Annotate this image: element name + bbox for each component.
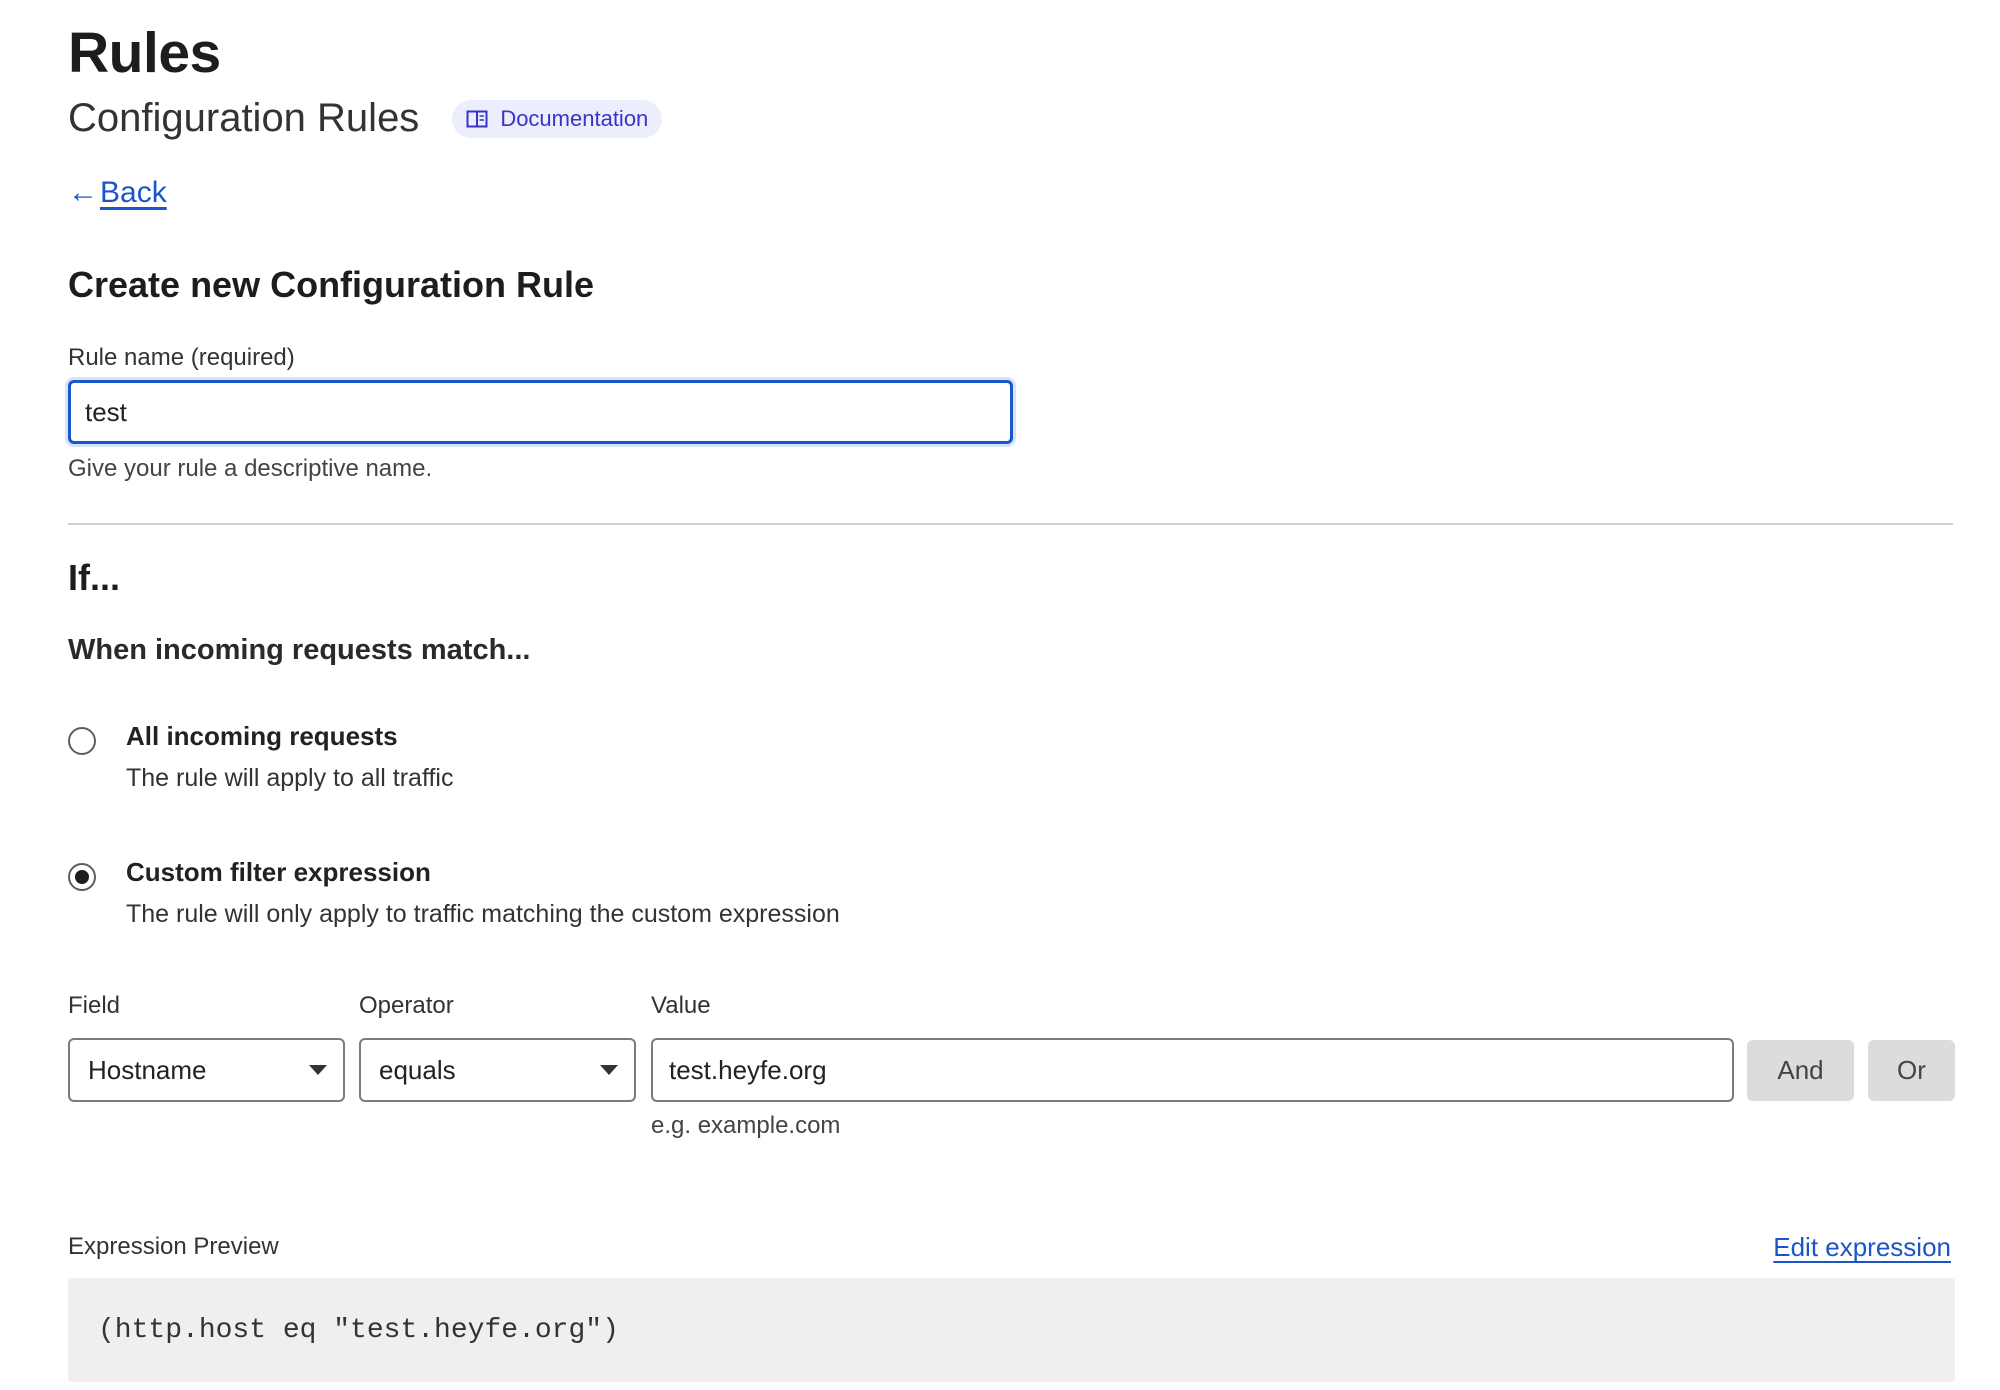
value-input[interactable]	[651, 1038, 1734, 1102]
option-all-requests[interactable]: All incoming requests The rule will appl…	[68, 721, 453, 793]
expression-preview: (http.host eq "test.heyfe.org")	[68, 1278, 1955, 1382]
operator-label: Operator	[359, 992, 454, 1019]
documentation-label: Documentation	[500, 105, 649, 131]
page-subtitle: Configuration Rules	[68, 96, 420, 140]
field-label: Field	[68, 992, 121, 1019]
operator-select-value: equals	[379, 1054, 456, 1085]
caret-down-icon	[309, 1065, 327, 1075]
edit-expression-link[interactable]: Edit expression	[1773, 1232, 1951, 1263]
radio-custom-filter[interactable]	[68, 863, 96, 891]
or-button[interactable]: Or	[1868, 1040, 1955, 1101]
form-section-title: Create new Configuration Rule	[68, 264, 595, 305]
option-custom-filter[interactable]: Custom filter expression The rule will o…	[68, 857, 840, 929]
expression-preview-label: Expression Preview	[68, 1233, 279, 1260]
caret-down-icon	[600, 1065, 618, 1075]
subtitle-row: Configuration Rules Documentation	[68, 96, 663, 141]
divider	[68, 523, 1953, 525]
rule-name-help: Give your rule a descriptive name.	[68, 455, 433, 482]
option-all-requests-text: All incoming requests The rule will appl…	[126, 721, 453, 793]
rule-name-input[interactable]	[68, 380, 1013, 444]
page-title: Rules	[68, 21, 221, 85]
radio-selected-dot	[75, 870, 89, 884]
if-heading: If...	[68, 557, 120, 598]
option-custom-filter-text: Custom filter expression The rule will o…	[126, 857, 840, 929]
option-description: The rule will only apply to traffic matc…	[126, 900, 840, 928]
book-icon	[466, 110, 488, 127]
operator-select[interactable]: equals	[359, 1038, 636, 1102]
expression-text: (http.host eq "test.heyfe.org")	[98, 1314, 619, 1346]
field-select[interactable]: Hostname	[68, 1038, 345, 1102]
rule-name-label: Rule name (required)	[68, 344, 295, 371]
radio-all-requests[interactable]	[68, 727, 96, 755]
back-label: Back	[100, 176, 167, 209]
match-heading: When incoming requests match...	[68, 634, 531, 666]
option-title: Custom filter expression	[126, 857, 431, 887]
option-description: The rule will apply to all traffic	[126, 764, 454, 792]
value-label: Value	[651, 992, 711, 1019]
arrow-left-icon: ←	[68, 176, 98, 209]
field-select-value: Hostname	[88, 1054, 207, 1085]
back-link[interactable]: ← Back	[68, 176, 167, 210]
value-help: e.g. example.com	[651, 1112, 841, 1139]
and-button[interactable]: And	[1747, 1040, 1854, 1101]
option-title: All incoming requests	[126, 721, 398, 751]
documentation-link[interactable]: Documentation	[452, 99, 663, 138]
